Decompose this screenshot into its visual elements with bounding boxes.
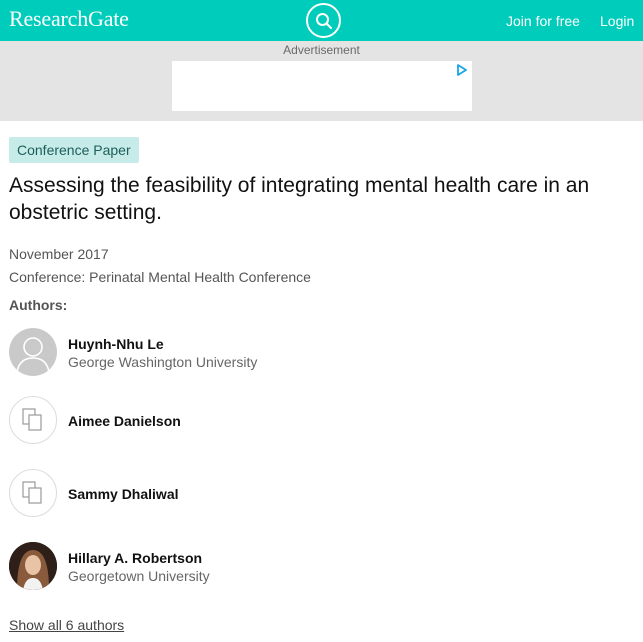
ad-choices-icon[interactable] <box>456 64 468 76</box>
placeholder-icon <box>22 481 42 504</box>
author-institution[interactable]: George Washington University <box>68 354 257 370</box>
login-link[interactable]: Login <box>600 13 634 29</box>
avatar[interactable] <box>9 469 57 517</box>
publication-title: Assessing the feasibility of integrating… <box>9 174 590 224</box>
join-for-free-link[interactable]: Join for free <box>506 13 580 29</box>
author-name[interactable]: Aimee Danielson <box>68 413 181 429</box>
author-name[interactable]: Huynh-Nhu Le <box>68 336 164 352</box>
author-item[interactable]: Hillary A. Robertson Georgetown Universi… <box>9 542 629 592</box>
author-institution[interactable]: Georgetown University <box>68 568 210 584</box>
author-item[interactable]: Sammy Dhaliwal <box>9 469 629 519</box>
researchgate-logo[interactable]: ResearchGate <box>9 6 129 32</box>
author-item[interactable]: Huynh-Nhu Le George Washington Universit… <box>9 328 629 378</box>
conference-name: Conference: Perinatal Mental Health Conf… <box>9 269 311 285</box>
search-button[interactable] <box>306 3 341 38</box>
publication-type-badge: Conference Paper <box>9 137 139 163</box>
ad-slot[interactable] <box>172 61 472 111</box>
author-name[interactable]: Sammy Dhaliwal <box>68 486 179 502</box>
avatar[interactable] <box>9 542 57 590</box>
author-name[interactable]: Hillary A. Robertson <box>68 550 202 566</box>
top-navigation-bar: ResearchGate Join for free Login <box>0 0 643 41</box>
authors-heading: Authors: <box>9 297 68 313</box>
advertisement-label: Advertisement <box>283 43 360 57</box>
default-person-icon <box>16 337 50 373</box>
profile-photo <box>9 542 57 590</box>
avatar[interactable] <box>9 396 57 444</box>
avatar[interactable] <box>9 328 57 376</box>
placeholder-icon <box>22 408 42 431</box>
publication-date: November 2017 <box>9 246 109 262</box>
show-all-authors-link[interactable]: Show all 6 authors <box>9 617 124 633</box>
author-item[interactable]: Aimee Danielson <box>9 396 629 446</box>
search-icon <box>316 13 332 29</box>
advertisement-banner: Advertisement <box>0 41 643 121</box>
